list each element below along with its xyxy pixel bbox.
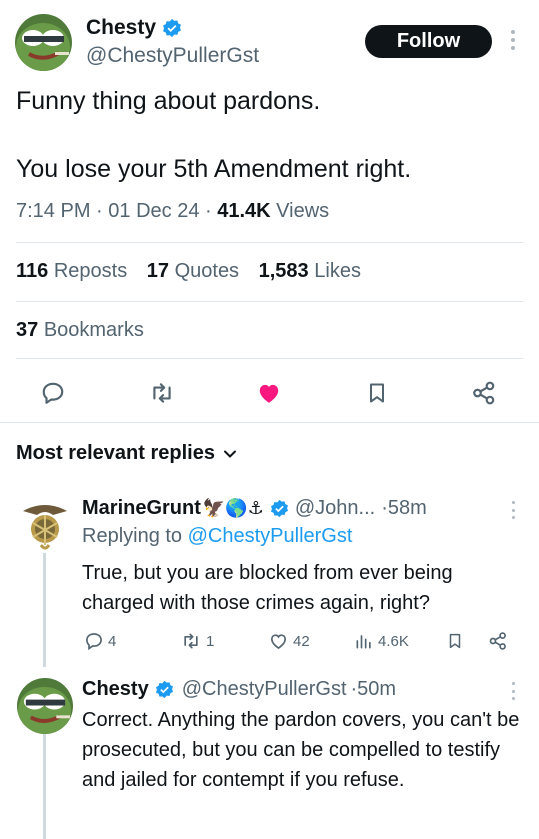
bookmarks-stat[interactable]: 37 Bookmarks <box>16 319 144 342</box>
chevron-down-icon <box>223 450 236 458</box>
reply-avatar[interactable] <box>17 678 73 734</box>
reply-count: 4 <box>108 632 117 650</box>
likes-label: Likes <box>314 260 361 282</box>
likes-count: 1,583 <box>258 260 309 282</box>
view-count: 4.6K <box>378 632 409 650</box>
reply-display-name[interactable]: Chesty <box>82 678 149 701</box>
reply-icon[interactable] <box>38 378 68 408</box>
quotes-label: Quotes <box>174 260 240 282</box>
bookmark-icon[interactable] <box>446 628 464 654</box>
pepe-avatar-icon <box>17 678 73 734</box>
reply-avatar[interactable] <box>17 497 73 553</box>
reposts-count: 116 <box>16 260 49 282</box>
replying-to-handle[interactable]: @ChestyPullerGst <box>188 525 353 547</box>
tweet-text-line-2: You lose your 5th Amendment right. <box>16 155 412 183</box>
reply-more-options-icon[interactable] <box>509 501 517 519</box>
reply-views-button[interactable]: 4.6K <box>354 628 409 654</box>
replying-to: Replying to @ChestyPullerGst <box>82 525 352 548</box>
likes-stat[interactable]: 1,583 Likes <box>259 260 361 282</box>
reply-text: Correct. Anything the pardon covers, you… <box>82 709 520 791</box>
reply-icon <box>86 633 102 651</box>
author-display-name[interactable]: Chesty <box>86 16 156 40</box>
quotes-count: 17 <box>146 260 170 282</box>
reply-reply-button[interactable]: 4 <box>84 628 116 654</box>
tweet-header: Chesty @ChestyPullerGst Follow <box>0 0 539 80</box>
reply-handle[interactable]: @ChestyPullerGst <box>182 678 347 701</box>
bookmark-icon[interactable] <box>362 378 392 408</box>
author-handle[interactable]: @ChestyPullerGst <box>86 44 259 68</box>
repost-icon[interactable] <box>147 378 177 408</box>
repost-count: 1 <box>206 632 215 650</box>
reply-handle[interactable]: @John... <box>295 497 375 520</box>
replying-prefix: Replying to <box>82 525 183 547</box>
heart-icon[interactable] <box>254 378 284 408</box>
reply-text: True, but you are blocked from ever bein… <box>82 562 453 614</box>
verified-badge-icon <box>162 18 182 38</box>
author-name-row: Chesty <box>86 16 182 40</box>
share-icon[interactable] <box>469 378 499 408</box>
reply-display-name[interactable]: MarineGrunt <box>82 497 201 520</box>
reposts-stat[interactable]: 116 Reposts <box>16 260 127 282</box>
tweet-text: Funny thing about pardons. You lose your… <box>16 86 526 185</box>
replies-header-title: Most relevant replies <box>16 442 215 464</box>
replies-sort-dropdown[interactable]: Most relevant replies <box>16 442 237 465</box>
bookmarks-label: Bookmarks <box>43 319 144 341</box>
reply-repost-button[interactable]: 1 <box>180 628 214 654</box>
divider <box>16 358 523 359</box>
verified-badge-icon <box>155 680 174 699</box>
reply-like-button[interactable]: 42 <box>268 628 310 654</box>
reply-header: Chesty @ChestyPullerGst · 50m <box>82 678 397 701</box>
tweet-text-line-1: Funny thing about pardons. <box>16 87 321 115</box>
share-icon[interactable] <box>488 628 508 654</box>
reply-time[interactable]: 58m <box>388 497 427 520</box>
thread-line <box>43 733 46 839</box>
tweet-time[interactable]: 7:14 PM <box>16 200 90 222</box>
tweet-meta: 7:14 PM · 01 Dec 24 · 41.4K Views <box>16 200 330 222</box>
divider <box>0 422 539 423</box>
bookmarks-count: 37 <box>16 319 39 341</box>
views-chart-icon <box>356 635 371 649</box>
tweet-action-bar <box>0 370 539 414</box>
divider <box>16 242 523 243</box>
heart-icon <box>270 634 287 650</box>
like-count: 42 <box>293 632 310 650</box>
views-label: Views <box>276 200 330 222</box>
follow-button[interactable]: Follow <box>365 25 492 58</box>
reply-more-options-icon[interactable] <box>509 682 517 700</box>
reply-header: MarineGrunt 🦅🌎⚓ @John... · 58m <box>82 497 427 520</box>
reply-name-emoji: 🦅🌎⚓ <box>202 498 264 518</box>
reply-time[interactable]: 50m <box>357 678 396 701</box>
repost-icon <box>184 633 198 649</box>
quotes-stat[interactable]: 17 Quotes <box>147 260 239 282</box>
tweet-date[interactable]: 01 Dec 24 <box>108 200 199 222</box>
pepe-avatar-icon <box>15 14 72 71</box>
verified-badge-icon <box>270 499 289 518</box>
engagement-stats: 116 Reposts 17 Quotes 1,583 Likes <box>16 260 361 283</box>
reply-action-bar: 4 1 42 4.6K <box>0 628 539 658</box>
more-options-icon[interactable] <box>507 28 519 52</box>
reposts-label: Reposts <box>53 260 128 282</box>
marine-emblem-avatar-icon <box>17 497 73 553</box>
views-count: 41.4K <box>217 200 271 222</box>
divider <box>16 301 523 302</box>
author-avatar[interactable] <box>15 14 72 71</box>
